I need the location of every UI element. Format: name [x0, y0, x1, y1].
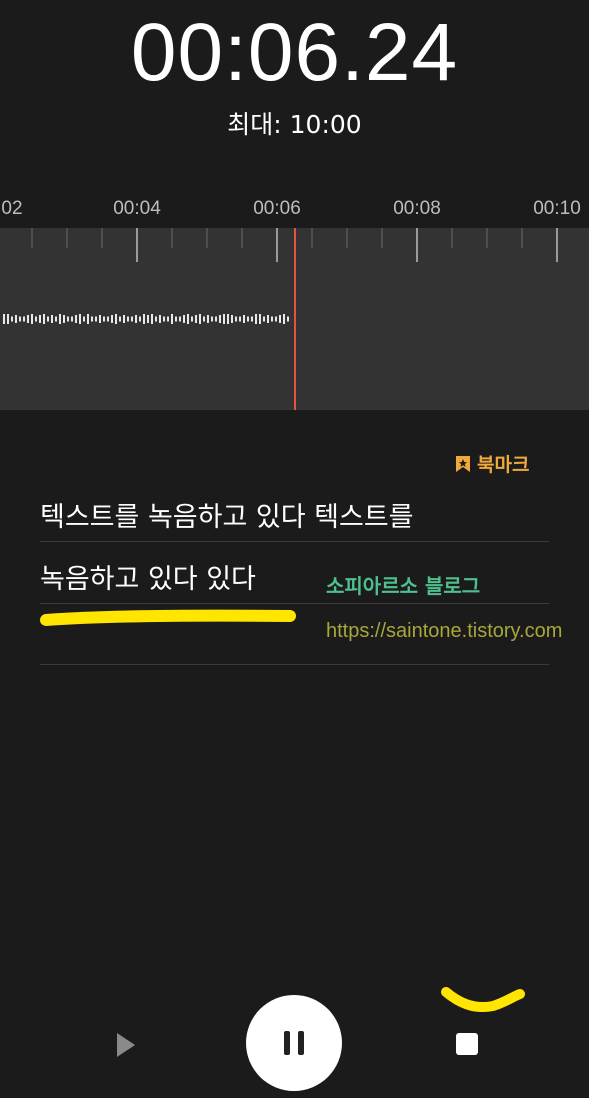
waveform-bar	[183, 315, 185, 323]
waveform-bar	[67, 316, 69, 322]
waveform-bar	[207, 315, 209, 323]
waveform-bar	[15, 315, 17, 323]
waveform-bar	[119, 316, 121, 322]
waveform-bar	[27, 315, 29, 323]
ruler-label: 00:06	[253, 198, 301, 219]
waveform-bar	[75, 315, 77, 323]
ruler-label: 00:10	[533, 198, 581, 219]
waveform-bar	[239, 316, 241, 322]
play-icon	[117, 1033, 135, 1057]
waveform-bar	[107, 316, 109, 322]
waveform-bar	[151, 314, 153, 324]
bookmark-button[interactable]: 북마크	[455, 450, 529, 477]
pause-icon	[280, 1031, 308, 1055]
waveform-bar	[143, 314, 145, 324]
waveform-bar	[163, 316, 165, 322]
waveform-bar	[79, 314, 81, 324]
waveform-bar	[263, 316, 265, 322]
bookmark-label: 북마크	[477, 454, 530, 476]
waveform-bar	[71, 316, 73, 322]
waveform-bar	[155, 316, 157, 322]
waveform-bar	[87, 314, 89, 324]
waveform-bar	[175, 316, 177, 322]
waveform-bar	[171, 314, 173, 324]
elapsed-timer: 00:06.24	[130, 7, 459, 98]
waveform-bar	[227, 314, 229, 324]
waveform-bar	[115, 314, 117, 324]
waveform-bar	[35, 316, 37, 322]
waveform-bar	[131, 316, 133, 322]
ruler-label: 00:08	[393, 198, 441, 219]
waveform-bar	[271, 316, 273, 322]
bookmark-star-icon	[456, 455, 470, 472]
waveform-bar	[135, 315, 137, 323]
waveform-bar	[59, 314, 61, 324]
waveform-bar	[283, 314, 285, 324]
waveform-bar	[159, 315, 161, 323]
waveform-bar	[11, 316, 13, 322]
waveform-bar	[231, 315, 233, 323]
waveform-bar	[267, 315, 269, 323]
ruler-label: 02	[1, 198, 23, 219]
stop-icon	[456, 1033, 478, 1055]
waveform-bar	[259, 314, 261, 324]
waveform-bar	[139, 316, 141, 322]
waveform-bar	[123, 315, 125, 323]
waveform-bar	[203, 316, 205, 322]
waveform-bar	[235, 316, 237, 322]
waveform-bar	[31, 314, 33, 324]
waveform-bar	[147, 315, 149, 323]
waveform-bar	[47, 316, 49, 322]
watermark-url: https://saintone.tistory.com	[326, 620, 563, 642]
waveform-bar	[279, 315, 281, 323]
waveform	[3, 228, 558, 410]
waveform-bar	[127, 316, 129, 322]
waveform-bar	[167, 316, 169, 322]
waveform-bar	[23, 316, 25, 322]
watermark-title: 소피아르소 블로그	[326, 574, 481, 598]
waveform-bar	[191, 316, 193, 322]
waveform-bar	[7, 314, 9, 324]
waveform-bar	[83, 316, 85, 322]
waveform-bar	[111, 315, 113, 323]
waveform-bar	[3, 314, 5, 324]
waveform-bar	[199, 314, 201, 324]
pause-button[interactable]	[246, 995, 342, 1091]
max-duration-label: 최대: 10:00	[227, 110, 362, 139]
waveform-bar	[275, 316, 277, 322]
waveform-bar	[103, 316, 105, 322]
waveform-bar	[91, 316, 93, 322]
waveform-bar	[187, 314, 189, 324]
waveform-bar	[287, 316, 289, 322]
waveform-bar	[95, 316, 97, 322]
waveform-bar	[243, 315, 245, 323]
waveform-bar	[223, 314, 225, 324]
waveform-bar	[179, 316, 181, 322]
waveform-bar	[99, 315, 101, 323]
waveform-bar	[51, 315, 53, 323]
time-ruler: 02 00:04 00:06 00:08 00:10	[0, 198, 589, 226]
waveform-bar	[39, 315, 41, 323]
waveform-bar	[255, 314, 257, 324]
waveform-bar	[63, 315, 65, 323]
playback-controls	[0, 995, 589, 1095]
ruler-label: 00:04	[113, 198, 161, 219]
waveform-bar	[247, 316, 249, 322]
waveform-bar	[211, 316, 213, 322]
waveform-bar	[19, 316, 21, 322]
stop-button[interactable]	[448, 1025, 488, 1065]
waveform-panel[interactable]	[0, 228, 589, 410]
waveform-bar	[215, 316, 217, 322]
transcript-line: 텍스트를 녹음하고 있다 텍스트를	[40, 498, 549, 542]
waveform-bar	[219, 315, 221, 323]
waveform-bar	[195, 315, 197, 323]
play-button[interactable]	[105, 1025, 145, 1065]
waveform-bar	[55, 316, 57, 322]
waveform-bar	[251, 316, 253, 322]
waveform-bar	[43, 314, 45, 324]
